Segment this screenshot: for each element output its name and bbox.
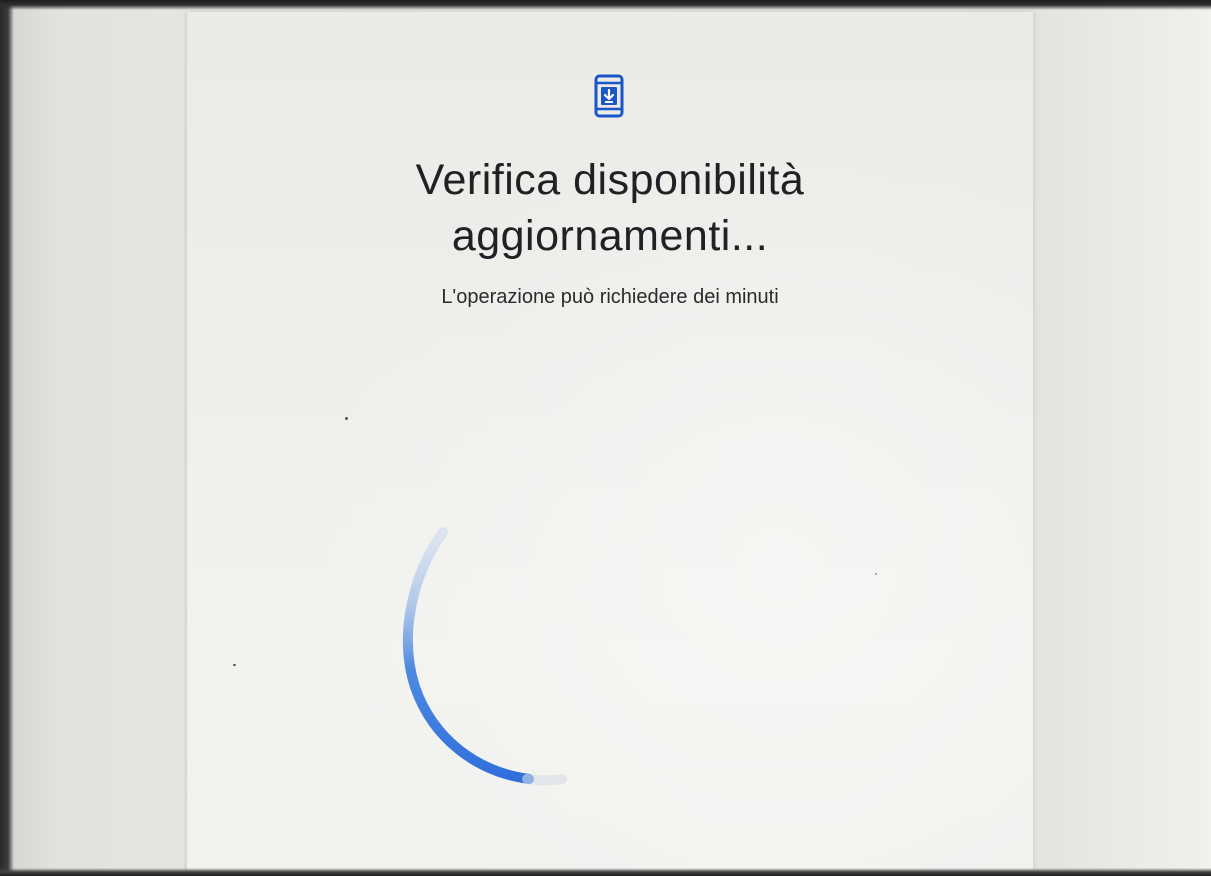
dust-speck bbox=[233, 664, 236, 666]
dust-speck bbox=[345, 417, 348, 420]
dust-speck bbox=[875, 573, 877, 575]
page-title: Verifica disponibilità aggiornamenti... bbox=[187, 152, 1033, 264]
frame-shadow-top bbox=[0, 0, 1211, 10]
page-title-line-2: aggiornamenti... bbox=[451, 212, 769, 260]
frame-shadow-bottom bbox=[0, 868, 1211, 876]
page-title-line-1: Verifica disponibilità bbox=[415, 156, 805, 204]
photo-background: Verifica disponibilità aggiornamenti... … bbox=[0, 0, 1211, 876]
page-subtitle: L'operazione può richiedere dei minuti bbox=[441, 286, 779, 308]
phone-download-icon bbox=[594, 74, 624, 118]
loading-spinner bbox=[402, 527, 567, 786]
setup-screen: Verifica disponibilità aggiornamenti... … bbox=[187, 12, 1033, 870]
